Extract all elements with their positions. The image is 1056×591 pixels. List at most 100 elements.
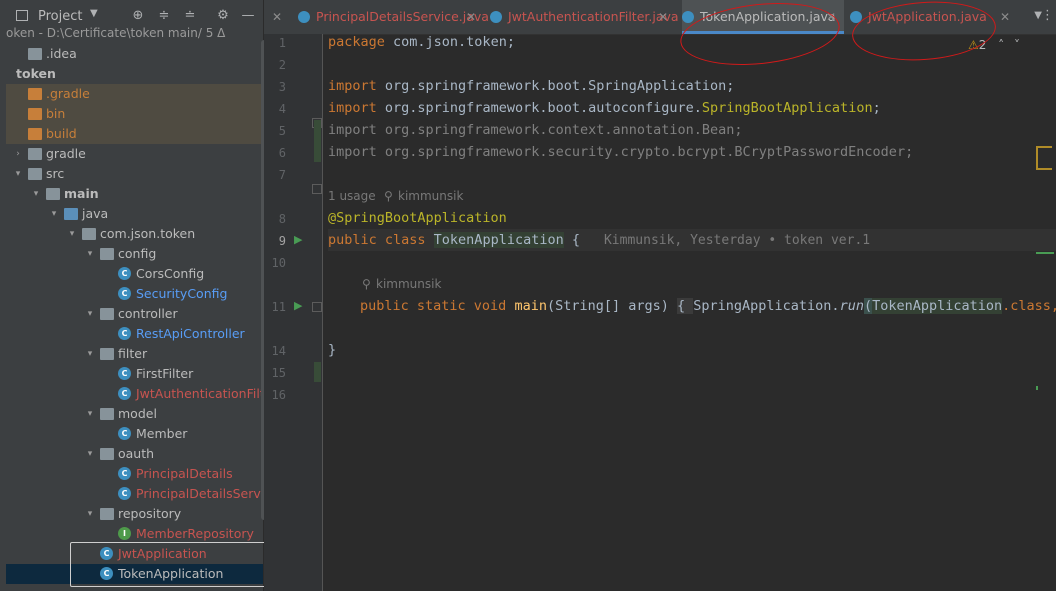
tree-item[interactable]: C JwtAuthenticationFilter: [6, 384, 278, 404]
chevron-down-icon[interactable]: ▼: [90, 8, 98, 19]
tree-item-label: java: [82, 206, 109, 221]
tree-item-label: model: [118, 406, 157, 421]
tree-item[interactable]: C SecurityConfig: [6, 284, 263, 304]
change-marker: [1036, 146, 1038, 170]
code-line-5: import org.springframework.context.annot…: [328, 122, 743, 138]
tree-item[interactable]: C RestApiController: [6, 324, 263, 344]
editor: PrincipalDetailsService.java ✕ JwtAuthenti…: [264, 0, 1056, 591]
more-options-icon[interactable]: ⋮: [1041, 8, 1054, 23]
tree-item[interactable]: build: [6, 124, 263, 144]
chevron-down-icon[interactable]: ▾: [48, 204, 60, 224]
gear-icon[interactable]: ⚙: [215, 8, 231, 24]
tree-item-label: oauth: [118, 446, 155, 461]
run-icon[interactable]: ▶: [294, 233, 302, 246]
tree-item[interactable]: ▾ config: [6, 244, 263, 264]
editor-gutter[interactable]: 1 2 3 4 5 6 7 8 9 10 11 14 15 16 ▶ ▶: [264, 34, 323, 591]
tree-item[interactable]: ▾ java: [6, 204, 263, 224]
tree-item[interactable]: ▾ repository: [6, 504, 263, 524]
tree-item[interactable]: C CorsConfig: [6, 264, 263, 284]
tree-item[interactable]: ▾ oauth: [6, 444, 263, 464]
fold-icon[interactable]: [312, 302, 322, 312]
code-line-1: package com.json.token;: [328, 34, 515, 50]
chevron-down-icon[interactable]: ▾: [84, 444, 96, 464]
usage-hint[interactable]: 1 usage ⚲ kimmunsik: [328, 185, 463, 207]
line-number: 6: [278, 146, 286, 160]
class-icon: C: [118, 427, 131, 440]
chevron-down-icon[interactable]: ▾: [30, 184, 42, 204]
change-marker: [1036, 252, 1054, 254]
author-icon: ⚲: [362, 277, 371, 291]
tree-item[interactable]: ▾ controller: [6, 304, 263, 324]
chevron-down-icon[interactable]: ▾: [12, 164, 24, 184]
tree-item[interactable]: ▾ filter: [6, 344, 263, 364]
tree-item-label: Member: [136, 426, 188, 441]
tree-item[interactable]: .idea: [6, 44, 263, 64]
chevron-down-icon[interactable]: ▾: [84, 504, 96, 524]
class-icon: C: [118, 487, 131, 500]
close-icon[interactable]: ✕: [272, 10, 282, 24]
tree-item[interactable]: › gradle: [6, 144, 263, 164]
tree-item[interactable]: C PrincipalDetails: [6, 464, 263, 484]
line-number: 16: [271, 388, 286, 402]
tree-item[interactable]: C FirstFilter: [6, 364, 263, 384]
vcs-change-marker: [314, 120, 321, 162]
locate-icon[interactable]: ⊕: [130, 8, 146, 24]
tree-item[interactable]: C Member: [6, 424, 263, 444]
tree-item-label: MemberRepository: [136, 526, 254, 541]
git-blame-annotation: Kimmunsik, Yesterday • token ver.1: [603, 233, 871, 248]
tree-item-label: PrincipalDetails: [136, 466, 233, 481]
tree-item-label: com.json.token: [100, 226, 196, 241]
folder-icon: [28, 48, 42, 60]
hide-icon[interactable]: —: [240, 8, 256, 24]
code-area[interactable]: package com.json.token; import org.sprin…: [328, 34, 1056, 591]
author-hint[interactable]: ⚲ kimmunsik: [328, 273, 441, 295]
tree-item[interactable]: bin: [6, 104, 263, 124]
folder-icon: [28, 88, 42, 100]
code-line-11: public static void main(String[] args) {…: [360, 298, 1056, 314]
vcs-change-marker: [314, 362, 321, 382]
tree-item-label: filter: [118, 346, 148, 361]
editor-tab[interactable]: JwtAuthenticationFilter.java ✕: [490, 0, 679, 34]
folder-icon: [100, 348, 114, 360]
line-number: 8: [278, 212, 286, 226]
tree-item[interactable]: I MemberRepository: [6, 524, 263, 544]
line-number: 14: [271, 344, 286, 358]
tree-item[interactable]: ▾ com.json.token: [6, 224, 263, 244]
close-icon[interactable]: ✕: [1000, 0, 1010, 34]
collapse-all-icon[interactable]: ≐: [182, 8, 198, 24]
editor-tab[interactable]: PrincipalDetailsService.java ✕: [298, 0, 489, 34]
scroll-marker: [1036, 168, 1052, 170]
class-icon: C: [118, 287, 131, 300]
run-icon[interactable]: ▶: [294, 299, 302, 312]
close-icon[interactable]: ✕: [658, 0, 668, 34]
highlight-box: [70, 542, 274, 587]
tree-item[interactable]: C PrincipalDetailsService: [6, 484, 279, 504]
tree-item-label: repository: [118, 506, 182, 521]
chevron-down-icon[interactable]: ▾: [66, 224, 78, 244]
expand-all-icon[interactable]: ≑: [156, 8, 172, 24]
project-panel-title[interactable]: Project: [38, 9, 82, 24]
chevron-down-icon[interactable]: ▾: [84, 404, 96, 424]
tree-item[interactable]: .gradle: [6, 84, 263, 104]
fold-icon[interactable]: [312, 184, 322, 194]
chevron-right-icon[interactable]: ›: [12, 144, 24, 164]
tree-item[interactable]: ▾ src: [6, 164, 263, 184]
chevron-down-icon[interactable]: ▾: [84, 344, 96, 364]
tree-item-label: controller: [118, 306, 178, 321]
class-icon: [490, 11, 502, 23]
tree-item[interactable]: ▾ model: [6, 404, 263, 424]
tree-item[interactable]: ▾ main: [6, 184, 263, 204]
tree-item-label: FirstFilter: [136, 366, 194, 381]
close-icon[interactable]: ✕: [466, 0, 476, 34]
chevron-down-icon[interactable]: ▾: [84, 304, 96, 324]
chevron-down-icon[interactable]: ▾: [84, 244, 96, 264]
tree-item-label: .idea: [46, 46, 77, 61]
line-number: 3: [278, 80, 286, 94]
code-line-4: import org.springframework.boot.autoconf…: [328, 100, 881, 116]
class-icon: C: [118, 387, 131, 400]
project-panel: Project ▼ ⊕ ≑ ≐ ⚙ — oken - D:\Certificat…: [6, 0, 279, 591]
tree-item-label: main: [64, 186, 99, 201]
tree-item[interactable]: token: [6, 64, 263, 84]
project-view-icon[interactable]: [16, 10, 28, 21]
folder-icon: [100, 408, 114, 420]
